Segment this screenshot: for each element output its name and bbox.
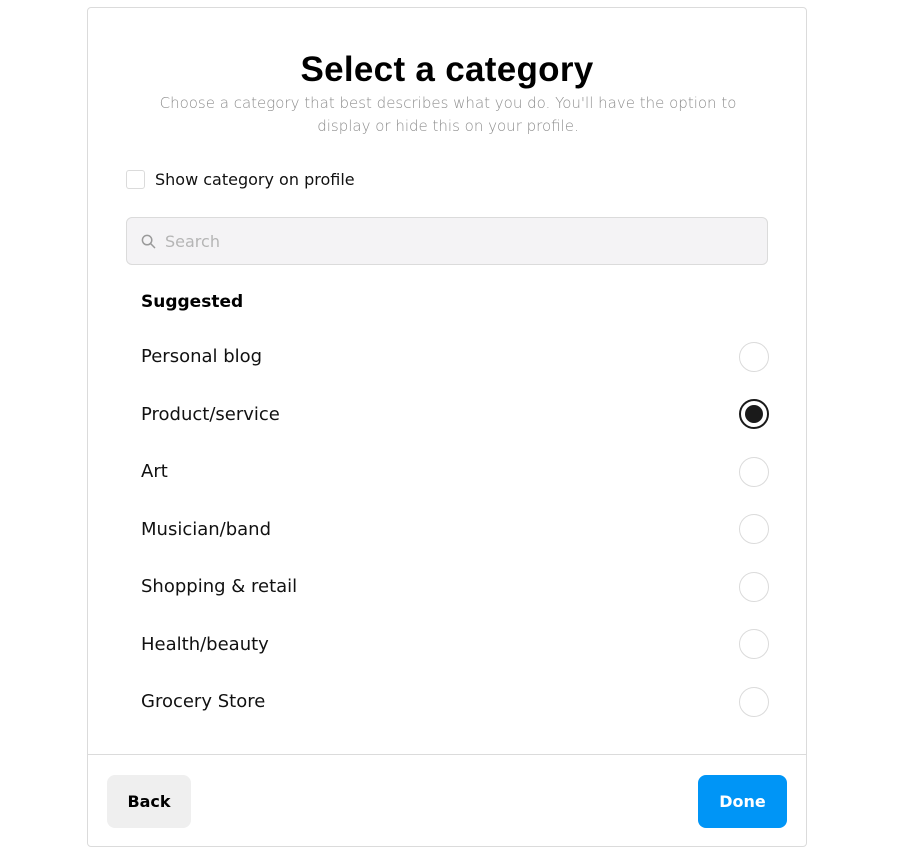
category-radio[interactable] xyxy=(739,571,769,602)
category-option-label: Musician/band xyxy=(141,518,272,540)
category-radio[interactable] xyxy=(739,686,769,717)
show-category-checkbox[interactable] xyxy=(126,170,145,189)
category-option-label: Product/service xyxy=(141,403,280,425)
category-radio[interactable] xyxy=(739,629,769,660)
select-category-dialog: Select a category Choose a category that… xyxy=(87,7,807,847)
category-option-art[interactable]: Art xyxy=(141,443,769,501)
category-option-label: Shopping & retail xyxy=(141,576,298,598)
category-option-label: Art xyxy=(141,461,168,483)
done-button[interactable]: Done xyxy=(698,775,787,828)
category-radio-selected[interactable] xyxy=(739,399,769,430)
category-option-label: Health/beauty xyxy=(141,633,269,655)
show-category-label: Show category on profile xyxy=(155,170,355,189)
footer-divider xyxy=(88,754,806,755)
category-option-grocery-store[interactable]: Grocery Store xyxy=(141,673,769,731)
dialog-title: Select a category xyxy=(300,50,594,89)
category-option-product-service[interactable]: Product/service xyxy=(141,386,769,444)
category-option-shopping-retail[interactable]: Shopping & retail xyxy=(141,558,769,616)
category-option-personal-blog[interactable]: Personal blog xyxy=(141,328,769,386)
search-bar[interactable] xyxy=(126,217,768,265)
dialog-subtitle: Choose a category that best describes wh… xyxy=(159,94,737,135)
category-option-health-beauty[interactable]: Health/beauty xyxy=(141,616,769,674)
category-list: Personal blog Product/service Art Musici… xyxy=(141,328,769,731)
category-option-label: Grocery Store xyxy=(141,691,266,713)
category-option-musician-band[interactable]: Musician/band xyxy=(141,501,769,559)
category-radio[interactable] xyxy=(739,456,769,487)
back-button[interactable]: Back xyxy=(107,775,191,828)
search-icon xyxy=(141,233,157,249)
category-radio[interactable] xyxy=(739,341,769,372)
search-input[interactable] xyxy=(165,231,745,251)
category-radio[interactable] xyxy=(739,514,769,545)
show-category-toggle[interactable]: Show category on profile xyxy=(126,170,355,189)
suggested-heading: Suggested xyxy=(141,292,244,312)
category-option-label: Personal blog xyxy=(141,346,263,368)
